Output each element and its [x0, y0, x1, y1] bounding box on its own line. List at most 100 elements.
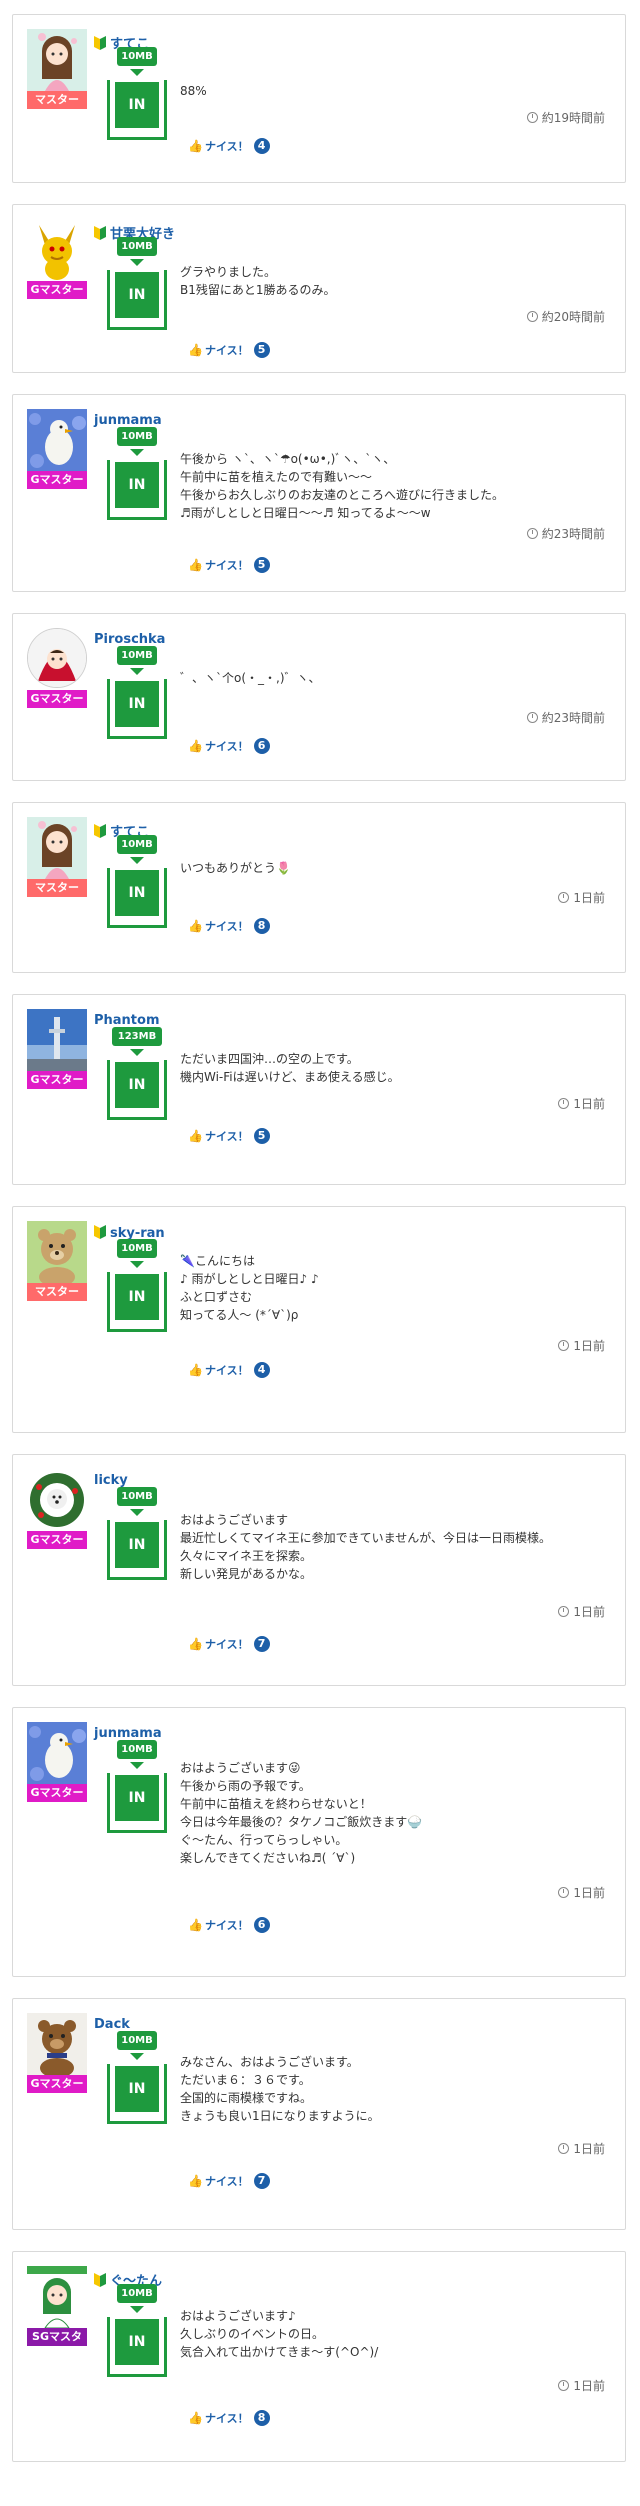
user-name[interactable]: Dack [94, 2017, 130, 2032]
user-name-text[interactable]: Piroschka [94, 632, 165, 647]
post-time: 約23時間前 [526, 525, 605, 542]
nice-label: ナイス！ [204, 920, 249, 933]
nice-label: ナイス！ [204, 344, 249, 357]
avatar[interactable] [27, 1221, 87, 1283]
thumbs-up-icon: 👍 [188, 343, 203, 357]
avatar[interactable] [27, 2266, 87, 2328]
post-time: 約23時間前 [526, 709, 605, 726]
avatar[interactable] [27, 219, 87, 281]
timeline-post[interactable]: Gマスター Phantom 123MB IN ただいま四国沖…の空の上です。 機内Wi-… [12, 994, 626, 1185]
user-name-text[interactable]: licky [94, 1473, 128, 1488]
timeline-post[interactable]: Gマスター junmama 10MB IN おはようございます😜 午後から雨の予報です。… [12, 1707, 626, 1977]
in-button[interactable]: IN [115, 272, 159, 318]
avatar[interactable] [27, 817, 87, 879]
in-box: IN [107, 1520, 167, 1580]
capacity-arrow-icon [130, 449, 144, 456]
in-button[interactable]: IN [115, 1522, 159, 1568]
user-name-text[interactable]: Phantom [94, 1013, 160, 1028]
capacity-badge: 10MB [117, 427, 157, 446]
timeline-post[interactable]: マスター すてこ 10MB IN 88% 約19時間前 👍 ナイス！ 4 [12, 14, 626, 183]
avatar[interactable] [27, 1009, 87, 1071]
data-capacity-widget: 10MB IN [103, 1740, 171, 1833]
avatar[interactable] [27, 628, 87, 688]
nice-count: 5 [253, 1128, 270, 1144]
capacity-arrow-icon [130, 259, 144, 266]
capacity-arrow-icon [130, 1762, 144, 1769]
in-box: IN [107, 679, 167, 739]
in-button[interactable]: IN [115, 870, 159, 916]
thumbs-up-icon: 👍 [188, 919, 203, 933]
user-name-text[interactable]: junmama [94, 1726, 162, 1741]
user-name-text[interactable]: Dack [94, 2017, 130, 2032]
nice-button[interactable]: 👍 ナイス！ 7 [188, 1636, 270, 1652]
nice-button[interactable]: 👍 ナイス！ 4 [188, 1362, 270, 1378]
timeline-post[interactable]: Gマスター Piroschka 10MB IN ゛、ヽ`个o(・_・,)゛ヽ、 約23時間… [12, 613, 626, 781]
clock-icon [558, 1340, 570, 1351]
capacity-badge: 10MB [117, 1487, 157, 1506]
nice-button[interactable]: 👍 ナイス！ 4 [188, 138, 270, 154]
user-name[interactable]: licky [94, 1473, 128, 1488]
avatar[interactable] [27, 1722, 87, 1784]
in-box: IN [107, 460, 167, 520]
nice-count: 7 [253, 2173, 270, 2189]
user-name[interactable]: Phantom [94, 1013, 160, 1028]
timeline-post[interactable]: Gマスター licky 10MB IN おはようございます 最近忙しくてマイネ王に参加で… [12, 1454, 626, 1686]
nice-button[interactable]: 👍 ナイス！ 7 [188, 2173, 270, 2189]
clock-icon [558, 1606, 570, 1617]
timeline-post[interactable]: SGマスタ ぐ〜たん 10MB IN おはようございます♪ 久しぶりのイベントの日。 気… [12, 2251, 626, 2462]
avatar[interactable] [27, 2013, 87, 2075]
post-text: おはようございます♪ 久しぶりのイベントの日。 気合入れて出かけてきま〜す(^O… [180, 2309, 379, 2359]
rank-badge: Gマスター [27, 471, 87, 489]
in-box: IN [107, 80, 167, 140]
post-time: 1日前 [558, 2140, 605, 2157]
nice-button[interactable]: 👍 ナイス！ 6 [188, 1917, 270, 1933]
post-time-text: 1日前 [573, 1097, 605, 1111]
in-button[interactable]: IN [115, 2066, 159, 2112]
in-box: IN [107, 1060, 167, 1120]
clock-icon [558, 2143, 570, 2154]
user-name[interactable]: Piroschka [94, 632, 165, 647]
capacity-arrow-icon [130, 857, 144, 864]
timeline-post[interactable]: Gマスター junmama 10MB IN 午後から ヽ`、ヽ`☂o(•ω•,)ﾞヽ、`… [12, 394, 626, 592]
in-button[interactable]: IN [115, 1775, 159, 1821]
user-name[interactable]: junmama [94, 413, 162, 428]
timeline-post[interactable]: マスター すてこ 10MB IN いつもありがとう🌷 1日前 👍 ナイス！ 8 [12, 802, 626, 973]
nice-button[interactable]: 👍 ナイス！ 8 [188, 2410, 270, 2426]
post-time-text: 1日前 [573, 2379, 605, 2393]
nice-button[interactable]: 👍 ナイス！ 6 [188, 738, 270, 754]
in-button[interactable]: IN [115, 82, 159, 128]
timeline-post[interactable]: マスター sky-ran 10MB IN 🌂こんにちは ♪ 雨がしとしと日曜日♪ ♪ ふ… [12, 1206, 626, 1433]
in-button[interactable]: IN [115, 2319, 159, 2365]
nice-count: 7 [253, 1636, 270, 1652]
post-text: いつもありがとう🌷 [180, 861, 291, 875]
nice-button[interactable]: 👍 ナイス！ 8 [188, 918, 270, 934]
timeline-post[interactable]: Gマスター 甘栗大好き 10MB IN グラやりました。 B1残留にあと1勝あるのみ。約… [12, 204, 626, 373]
capacity-badge: 10MB [117, 47, 157, 66]
capacity-badge: 10MB [117, 1740, 157, 1759]
nice-button[interactable]: 👍 ナイス！ 5 [188, 1128, 270, 1144]
capacity-arrow-icon [130, 1261, 144, 1268]
avatar[interactable] [27, 29, 87, 91]
nice-label: ナイス！ [204, 2412, 249, 2425]
nice-count: 5 [253, 557, 270, 573]
nice-button[interactable]: 👍 ナイス！ 5 [188, 342, 270, 358]
clock-icon [558, 2380, 570, 2391]
capacity-badge: 10MB [117, 2284, 157, 2303]
avatar[interactable] [27, 409, 87, 471]
nice-label: ナイス！ [204, 1130, 249, 1143]
clock-icon [526, 528, 538, 539]
nice-count: 6 [253, 738, 270, 754]
in-button[interactable]: IN [115, 681, 159, 727]
in-button[interactable]: IN [115, 462, 159, 508]
in-button[interactable]: IN [115, 1274, 159, 1320]
user-name[interactable]: junmama [94, 1726, 162, 1741]
nice-button[interactable]: 👍 ナイス！ 5 [188, 557, 270, 573]
post-time-text: 1日前 [573, 1605, 605, 1619]
in-button[interactable]: IN [115, 1062, 159, 1108]
thumbs-up-icon: 👍 [188, 1129, 203, 1143]
capacity-arrow-icon [130, 668, 144, 675]
timeline-post[interactable]: Gマスター Dack 10MB IN みなさん、おはようございます。 ただいま６：３６で… [12, 1998, 626, 2230]
nice-label: ナイス！ [204, 740, 249, 753]
avatar[interactable] [27, 1469, 87, 1531]
user-name-text[interactable]: junmama [94, 413, 162, 428]
